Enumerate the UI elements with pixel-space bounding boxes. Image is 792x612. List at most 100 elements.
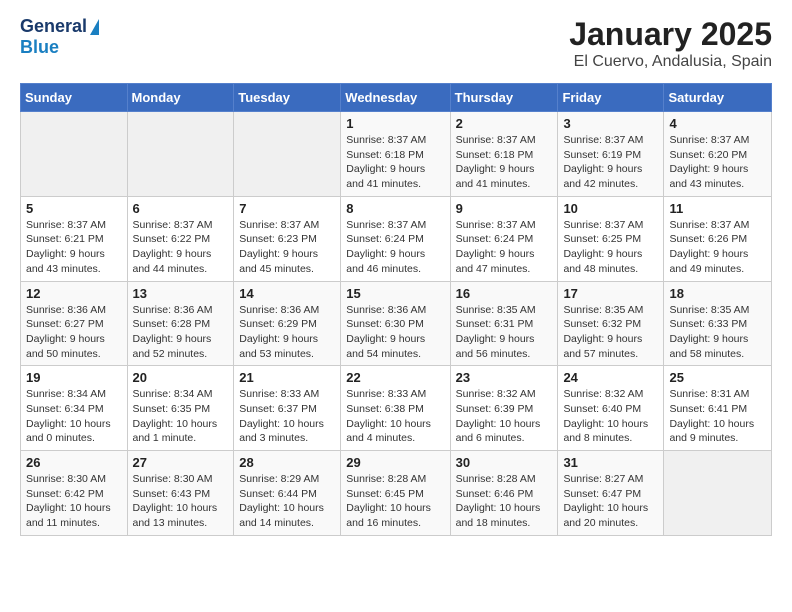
table-row: 9Sunrise: 8:37 AMSunset: 6:24 PMDaylight… (450, 196, 558, 281)
day-info: Sunrise: 8:28 AMSunset: 6:45 PMDaylight:… (346, 472, 444, 531)
table-row: 21 Sunrise: 8:33 AMSunset: 6:37 PMDayligh… (234, 366, 341, 451)
day-info: Sunrise: 8:29 AMSunset: 6:44 PMDaylight:… (239, 472, 335, 531)
day-number: 18 (669, 286, 766, 301)
table-row: 8 Sunrise: 8:37 AMSunset: 6:24 PMDaylight… (341, 196, 450, 281)
day-number: 6 (133, 201, 229, 216)
table-row: 23Sunrise: 8:32 AMSunset: 6:39 PMDayligh… (450, 366, 558, 451)
day-info: Sunrise: 8:37 AMSunset: 6:19 PMDaylight:… (563, 133, 658, 192)
table-row: 18 Sunrise: 8:35 AMSunset: 6:33 PMDayligh… (664, 281, 772, 366)
day-info: Sunrise: 8:36 AMSunset: 6:27 PMDaylight:… (26, 303, 122, 362)
col-monday: Monday (127, 84, 234, 112)
day-info: Sunrise: 8:37 AMSunset: 6:23 PMDaylight:… (239, 218, 335, 277)
day-info: Sunrise: 8:37 AMSunset: 6:25 PMDaylight:… (563, 218, 658, 277)
day-info: Sunrise: 8:37 AMSunset: 6:24 PMDaylight:… (346, 218, 444, 277)
day-info: Sunrise: 8:35 AMSunset: 6:33 PMDaylight:… (669, 303, 766, 362)
logo-blue-text: Blue (20, 37, 99, 58)
day-number: 15 (346, 286, 444, 301)
table-row: 29 Sunrise: 8:28 AMSunset: 6:45 PMDayligh… (341, 451, 450, 536)
calendar-week-row: 5Sunrise: 8:37 AMSunset: 6:21 PMDaylight… (21, 196, 772, 281)
table-row: 15 Sunrise: 8:36 AMSunset: 6:30 PMDayligh… (341, 281, 450, 366)
table-row (664, 451, 772, 536)
day-info: Sunrise: 8:28 AMSunset: 6:46 PMDaylight:… (456, 472, 553, 531)
table-row: 30 Sunrise: 8:28 AMSunset: 6:46 PMDayligh… (450, 451, 558, 536)
day-number: 2 (456, 116, 553, 131)
day-number: 7 (239, 201, 335, 216)
day-number: 11 (669, 201, 766, 216)
logo-triangle-icon (90, 19, 99, 35)
table-row: 10 Sunrise: 8:37 AMSunset: 6:25 PMDayligh… (558, 196, 664, 281)
table-row: 12 Sunrise: 8:36 AMSunset: 6:27 PMDayligh… (21, 281, 128, 366)
day-info: Sunrise: 8:37 AMSunset: 6:18 PMDaylight:… (456, 133, 553, 192)
table-row: 7 Sunrise: 8:37 AMSunset: 6:23 PMDaylight… (234, 196, 341, 281)
table-row: 1 Sunrise: 8:37 AMSunset: 6:18 PMDaylight… (341, 112, 450, 197)
table-row: 16 Sunrise: 8:35 AMSunset: 6:31 PMDayligh… (450, 281, 558, 366)
table-row: 3 Sunrise: 8:37 AMSunset: 6:19 PMDaylight… (558, 112, 664, 197)
day-number: 3 (563, 116, 658, 131)
col-wednesday: Wednesday (341, 84, 450, 112)
day-info: Sunrise: 8:31 AMSunset: 6:41 PMDaylight:… (669, 387, 766, 446)
day-info: Sunrise: 8:32 AMSunset: 6:40 PMDaylight:… (563, 387, 658, 446)
page: General Blue January 2025 El Cuervo, And… (0, 0, 792, 552)
day-info: Sunrise: 8:34 AMSunset: 6:35 PMDaylight:… (133, 387, 229, 446)
day-info: Sunrise: 8:36 AMSunset: 6:29 PMDaylight:… (239, 303, 335, 362)
col-sunday: Sunday (21, 84, 128, 112)
day-number: 26 (26, 455, 122, 470)
day-info: Sunrise: 8:36 AMSunset: 6:30 PMDaylight:… (346, 303, 444, 362)
table-row: 2 Sunrise: 8:37 AMSunset: 6:18 PMDaylight… (450, 112, 558, 197)
day-number: 29 (346, 455, 444, 470)
calendar-week-row: 26 Sunrise: 8:30 AMSunset: 6:42 PMDayligh… (21, 451, 772, 536)
day-info: Sunrise: 8:37 AMSunset: 6:18 PMDaylight:… (346, 133, 444, 192)
logo-general-text: General (20, 16, 87, 37)
calendar-week-row: 12 Sunrise: 8:36 AMSunset: 6:27 PMDayligh… (21, 281, 772, 366)
day-info: Sunrise: 8:33 AMSunset: 6:38 PMDaylight:… (346, 387, 444, 446)
table-row: 26 Sunrise: 8:30 AMSunset: 6:42 PMDayligh… (21, 451, 128, 536)
table-row: 4 Sunrise: 8:37 AMSunset: 6:20 PMDaylight… (664, 112, 772, 197)
day-info: Sunrise: 8:27 AMSunset: 6:47 PMDaylight:… (563, 472, 658, 531)
table-row (127, 112, 234, 197)
table-row: 11 Sunrise: 8:37 AMSunset: 6:26 PMDayligh… (664, 196, 772, 281)
calendar: Sunday Monday Tuesday Wednesday Thursday… (20, 83, 772, 536)
calendar-week-row: 19Sunrise: 8:34 AMSunset: 6:34 PMDayligh… (21, 366, 772, 451)
page-title: January 2025 (569, 16, 772, 53)
col-thursday: Thursday (450, 84, 558, 112)
day-number: 30 (456, 455, 553, 470)
day-number: 8 (346, 201, 444, 216)
day-info: Sunrise: 8:37 AMSunset: 6:21 PMDaylight:… (26, 218, 122, 277)
day-info: Sunrise: 8:37 AMSunset: 6:20 PMDaylight:… (669, 133, 766, 192)
table-row (21, 112, 128, 197)
day-number: 16 (456, 286, 553, 301)
day-info: Sunrise: 8:37 AMSunset: 6:22 PMDaylight:… (133, 218, 229, 277)
day-number: 4 (669, 116, 766, 131)
col-friday: Friday (558, 84, 664, 112)
table-row: 28Sunrise: 8:29 AMSunset: 6:44 PMDayligh… (234, 451, 341, 536)
col-saturday: Saturday (664, 84, 772, 112)
page-subtitle: El Cuervo, Andalusia, Spain (569, 53, 772, 71)
day-info: Sunrise: 8:32 AMSunset: 6:39 PMDaylight:… (456, 387, 553, 446)
day-number: 1 (346, 116, 444, 131)
table-row: 5Sunrise: 8:37 AMSunset: 6:21 PMDaylight… (21, 196, 128, 281)
day-number: 13 (133, 286, 229, 301)
table-row: 24Sunrise: 8:32 AMSunset: 6:40 PMDayligh… (558, 366, 664, 451)
table-row: 31 Sunrise: 8:27 AMSunset: 6:47 PMDayligh… (558, 451, 664, 536)
day-number: 31 (563, 455, 658, 470)
day-info: Sunrise: 8:33 AMSunset: 6:37 PMDaylight:… (239, 387, 335, 446)
day-info: Sunrise: 8:34 AMSunset: 6:34 PMDaylight:… (26, 387, 122, 446)
day-number: 12 (26, 286, 122, 301)
day-number: 10 (563, 201, 658, 216)
table-row: 17Sunrise: 8:35 AMSunset: 6:32 PMDayligh… (558, 281, 664, 366)
day-number: 20 (133, 370, 229, 385)
day-info: Sunrise: 8:37 AMSunset: 6:26 PMDaylight:… (669, 218, 766, 277)
day-number: 22 (346, 370, 444, 385)
day-number: 9 (456, 201, 553, 216)
col-tuesday: Tuesday (234, 84, 341, 112)
table-row (234, 112, 341, 197)
table-row: 14 Sunrise: 8:36 AMSunset: 6:29 PMDayligh… (234, 281, 341, 366)
day-info: Sunrise: 8:36 AMSunset: 6:28 PMDaylight:… (133, 303, 229, 362)
day-number: 14 (239, 286, 335, 301)
header: General Blue January 2025 El Cuervo, And… (20, 16, 772, 71)
day-number: 21 (239, 370, 335, 385)
table-row: 13 Sunrise: 8:36 AMSunset: 6:28 PMDayligh… (127, 281, 234, 366)
table-row: 6 Sunrise: 8:37 AMSunset: 6:22 PMDaylight… (127, 196, 234, 281)
day-info: Sunrise: 8:30 AMSunset: 6:42 PMDaylight:… (26, 472, 122, 531)
day-info: Sunrise: 8:35 AMSunset: 6:31 PMDaylight:… (456, 303, 553, 362)
